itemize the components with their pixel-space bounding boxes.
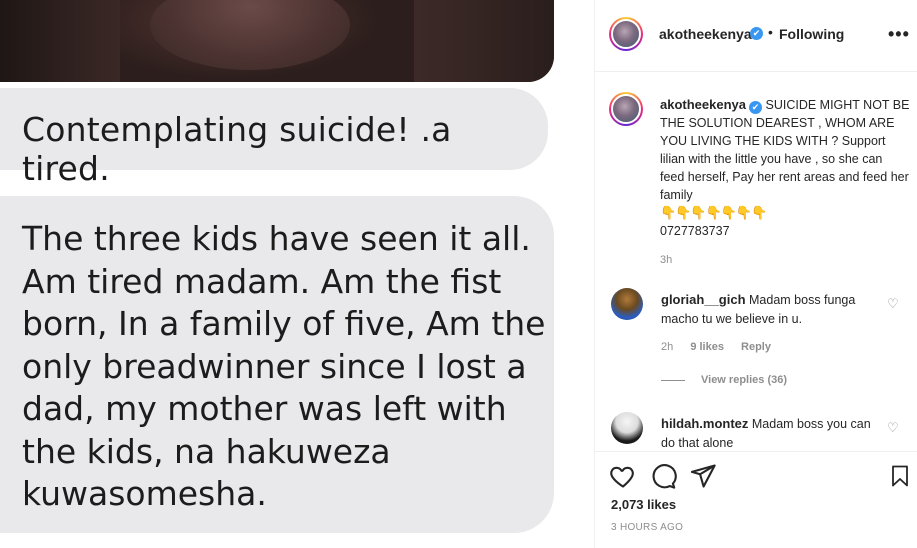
verified-badge-icon: ✔: [749, 101, 762, 114]
message-bubble-1-text: Contemplating suicide! .a tired.: [22, 110, 452, 188]
photo-lips: [150, 0, 350, 70]
view-replies-button[interactable]: View replies (36): [661, 374, 787, 386]
share-paper-plane-icon[interactable]: [689, 462, 717, 490]
caption-timestamp[interactable]: 3h: [660, 254, 672, 266]
verified-badge-icon: ✔: [750, 27, 763, 40]
message-line: The three kids have seen it all.: [22, 219, 531, 258]
caption-message: SUICIDE MIGHT NOT BE THE SOLUTION DEARES…: [660, 98, 910, 202]
like-comment-heart-icon[interactable]: ♡: [887, 296, 899, 312]
comment-text: hildah.montez Madam boss you can do that…: [661, 414, 881, 452]
message-line: kuwasomesha.: [22, 474, 267, 513]
view-replies-line: [661, 379, 685, 381]
commenter-avatar[interactable]: [611, 288, 643, 320]
author-username[interactable]: akotheekenya: [659, 26, 752, 42]
message-line: dad, my mother was left with: [22, 389, 507, 428]
header-separator: •: [768, 24, 773, 40]
like-comment-heart-icon[interactable]: ♡: [887, 420, 899, 436]
photo-shadow-left: [0, 0, 120, 82]
message-line: Am tired madam. Am the fist: [22, 261, 502, 301]
message-bubble-1: Contemplating suicide! .a tired.: [0, 88, 548, 188]
comment-bubble-icon[interactable]: [649, 462, 677, 490]
pointing-down-emojis: 👇👇👇👇👇👇👇: [660, 205, 767, 220]
like-heart-icon[interactable]: [609, 462, 637, 490]
face-photo-crop: [0, 0, 554, 82]
message-line: the kids, na hakuweza: [22, 431, 391, 471]
save-bookmark-icon[interactable]: [888, 462, 912, 490]
commenter-username[interactable]: hildah.montez: [661, 416, 748, 431]
message-line: only breadwinner since I lost a: [22, 346, 527, 386]
commenter-username[interactable]: gloriah__gich: [661, 292, 746, 307]
caption-phone: 0727783737: [660, 224, 730, 238]
likes-count[interactable]: 2,073 likes: [611, 497, 676, 512]
comments-scroll-area[interactable]: akotheekenya ✔ SUICIDE MIGHT NOT BE THE S…: [595, 72, 917, 452]
message-line: born, In a family of five, Am the: [22, 304, 546, 343]
message-bubble-2: The three kids have seen it all. Am tire…: [0, 196, 554, 533]
photo-shadow-right: [414, 0, 554, 82]
caption-username[interactable]: akotheekenya: [660, 97, 746, 112]
post-details-panel: akotheekenya ✔ • Following ••• akotheeke…: [595, 0, 917, 548]
caption-author-avatar[interactable]: [609, 92, 643, 126]
post-timestamp[interactable]: 3 HOURS AGO: [611, 522, 683, 533]
author-avatar[interactable]: [609, 17, 643, 51]
reply-button[interactable]: Reply: [741, 341, 771, 353]
post-header: akotheekenya ✔ • Following •••: [595, 0, 917, 72]
comment-text: gloriah__gich Madam boss funga macho tu …: [661, 290, 881, 329]
caption-text: akotheekenya ✔ SUICIDE MIGHT NOT BE THE S…: [660, 96, 910, 240]
commenter-avatar[interactable]: [611, 412, 643, 444]
following-button[interactable]: Following: [779, 26, 844, 42]
comment-meta: 2h 9 likes Reply: [661, 341, 785, 353]
post-image[interactable]: Contemplating suicide! .a tired. The thr…: [0, 0, 594, 548]
more-options-icon[interactable]: •••: [888, 24, 910, 45]
post-actions-bar: 2,073 likes 3 HOURS AGO: [595, 451, 917, 548]
comment-time[interactable]: 2h: [661, 341, 673, 353]
view-replies-label: View replies (36): [701, 374, 788, 386]
comment-likes[interactable]: 9 likes: [690, 341, 724, 353]
